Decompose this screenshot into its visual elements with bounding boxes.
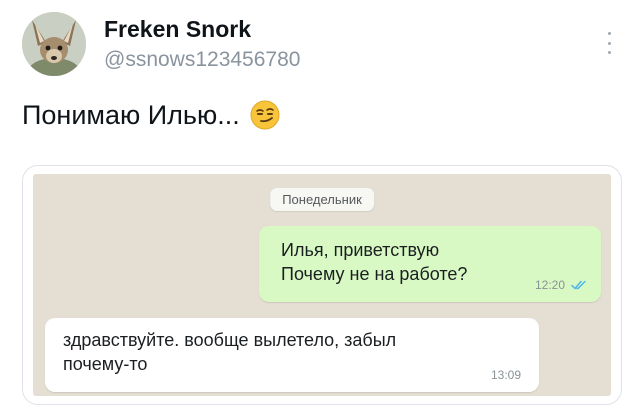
more-dot (607, 32, 611, 35)
outgoing-message-time: 12:20 (534, 278, 565, 292)
double-check-icon (571, 280, 586, 290)
tweet-text-row: Понимаю Илью... (22, 98, 280, 132)
day-separator-chip: Понедельник (270, 188, 374, 211)
more-options-icon[interactable] (606, 32, 612, 54)
outgoing-message-line: Илья, приветствую (281, 240, 440, 260)
smirking-face-icon (250, 100, 280, 130)
incoming-message-line: почему-то (63, 354, 148, 374)
author-display-name[interactable]: Freken Snork (104, 16, 300, 42)
incoming-message-line: здравствуйте. вообще вылетело, забыл (63, 330, 397, 350)
tweet-card: Freken Snork @ssnows123456780 Понимаю Ил… (0, 0, 640, 419)
tweet-text: Понимаю Илью... (22, 100, 240, 130)
outgoing-message-meta: 12:20 (535, 278, 587, 292)
more-dot (607, 41, 611, 45)
chat-screenshot: Понедельник Илья, приветствую Почему не … (33, 174, 611, 396)
author-block: Freken Snork @ssnows123456780 (104, 16, 300, 74)
avatar[interactable] (22, 12, 86, 76)
incoming-message-bubble: здравствуйте. вообще вылетело, забыл поч… (45, 318, 539, 392)
tweet-media-image[interactable]: Понедельник Илья, приветствую Почему не … (22, 165, 622, 405)
incoming-message-time: 13:09 (490, 368, 521, 382)
more-dot (607, 51, 611, 54)
incoming-message-meta: 13:09 (491, 366, 521, 384)
author-handle[interactable]: @ssnows123456780 (104, 46, 300, 74)
bat-eared-fox-avatar-icon (22, 12, 86, 76)
outgoing-message-bubble: Илья, приветствую Почему не на работе? 1… (259, 226, 601, 302)
